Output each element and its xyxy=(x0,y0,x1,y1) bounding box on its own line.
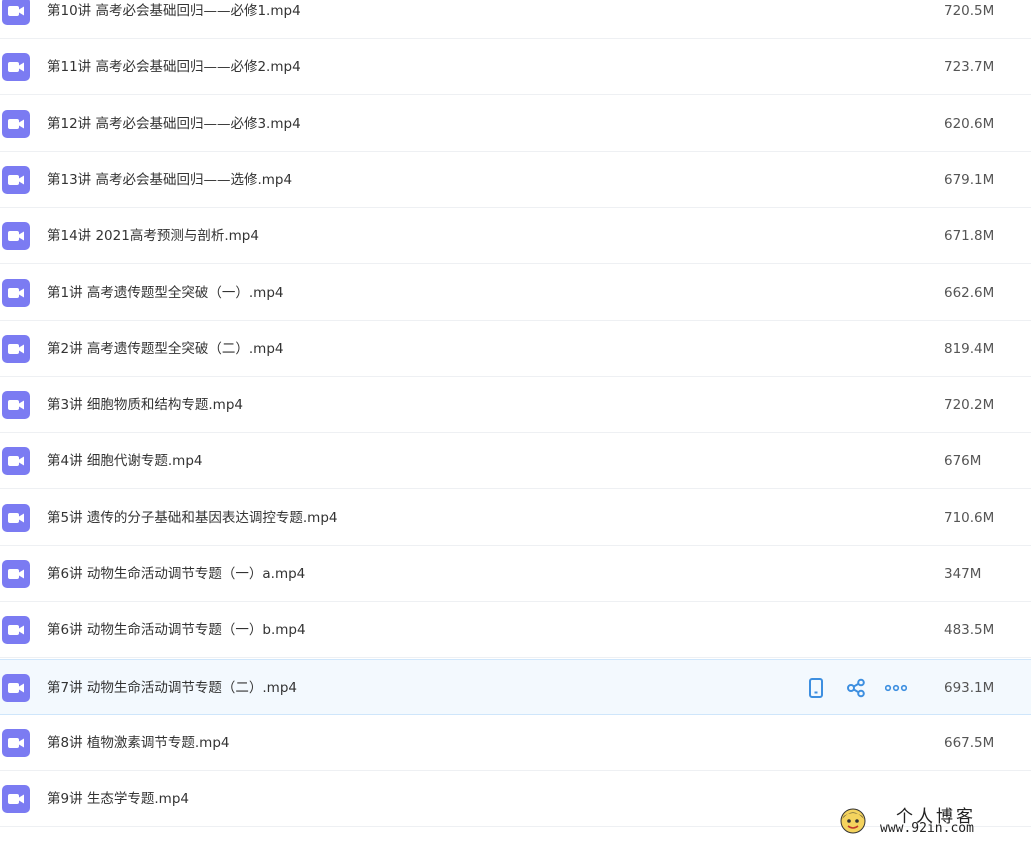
video-file-icon xyxy=(2,109,30,138)
file-row[interactable]: 第14讲 2021高考预测与剖析.mp4 671.8M xyxy=(0,208,1031,265)
file-row[interactable]: 第8讲 植物激素调节专题.mp4 667.5M xyxy=(0,715,1031,771)
file-name[interactable]: 第12讲 高考必会基础回归——必修3.mp4 xyxy=(47,96,301,152)
file-list: 第10讲 高考必会基础回归——必修1.mp4 720.5M 第11讲 高考必会基础回… xyxy=(0,0,1031,842)
file-size: 819.4M xyxy=(944,340,995,357)
file-row[interactable]: 第6讲 动物生命活动调节专题（一）a.mp4 347M xyxy=(0,546,1031,602)
file-size: 723.7M xyxy=(944,59,995,76)
video-file-icon xyxy=(2,560,30,588)
share-button[interactable] xyxy=(844,676,868,700)
video-file-icon xyxy=(2,447,30,476)
video-file-icon xyxy=(2,503,30,532)
share-icon xyxy=(846,678,866,698)
video-file-icon xyxy=(2,278,30,307)
file-row[interactable]: 第4讲 细胞代谢专题.mp4 676M xyxy=(0,433,1031,490)
file-size: 679.1M xyxy=(944,171,995,188)
file-name[interactable]: 第3讲 细胞物质和结构专题.mp4 xyxy=(47,377,243,433)
file-name[interactable]: 第14讲 2021高考预测与剖析.mp4 xyxy=(47,208,259,264)
row-actions xyxy=(804,676,924,700)
file-name[interactable]: 第7讲 动物生命活动调节专题（二）.mp4 xyxy=(47,660,297,716)
more-icon xyxy=(885,684,907,692)
file-name[interactable]: 第6讲 动物生命活动调节专题（一）a.mp4 xyxy=(47,546,305,602)
video-file-icon xyxy=(2,165,30,194)
file-row[interactable]: 第5讲 遗传的分子基础和基因表达调控专题.mp4 710.6M xyxy=(0,490,1031,546)
file-name[interactable]: 第10讲 高考必会基础回归——必修1.mp4 xyxy=(47,0,301,39)
video-file-icon xyxy=(2,673,30,702)
file-name[interactable]: 第1讲 高考遗传题型全突破（一）.mp4 xyxy=(47,265,283,321)
watermark: 个人博客 www.92in.com xyxy=(838,800,1028,840)
file-size: 710.6M xyxy=(944,509,995,526)
video-file-icon xyxy=(2,53,30,82)
video-file-icon xyxy=(2,616,30,645)
file-name[interactable]: 第6讲 动物生命活动调节专题（一）b.mp4 xyxy=(47,602,306,658)
phone-button[interactable] xyxy=(804,676,828,700)
more-button[interactable] xyxy=(884,676,908,700)
file-size: 693.1M xyxy=(944,679,995,696)
blog-logo-icon xyxy=(840,808,866,834)
file-row[interactable]: 第2讲 高考遗传题型全突破（二）.mp4 819.4M xyxy=(0,321,1031,377)
video-file-icon xyxy=(2,785,30,814)
file-size: 720.5M xyxy=(944,3,995,19)
file-row[interactable]: 第12讲 高考必会基础回归——必修3.mp4 620.6M xyxy=(0,96,1031,152)
phone-icon xyxy=(807,677,825,698)
file-size: 483.5M xyxy=(944,622,995,639)
file-name[interactable]: 第2讲 高考遗传题型全突破（二）.mp4 xyxy=(47,321,283,377)
file-row[interactable]: 第10讲 高考必会基础回归——必修1.mp4 720.5M xyxy=(0,0,1031,39)
file-size: 620.6M xyxy=(944,115,995,132)
file-size: 662.6M xyxy=(944,284,995,301)
file-row[interactable]: 第1讲 高考遗传题型全突破（一）.mp4 662.6M xyxy=(0,265,1031,321)
file-name[interactable]: 第4讲 细胞代谢专题.mp4 xyxy=(47,433,202,489)
file-row[interactable]: 第6讲 动物生命活动调节专题（一）b.mp4 483.5M xyxy=(0,602,1031,659)
file-row[interactable]: 第3讲 细胞物质和结构专题.mp4 720.2M xyxy=(0,377,1031,434)
file-name[interactable]: 第9讲 生态学专题.mp4 xyxy=(47,771,189,827)
watermark-url: www.92in.com xyxy=(880,821,974,836)
file-name[interactable]: 第13讲 高考必会基础回归——选修.mp4 xyxy=(47,152,292,208)
video-file-icon xyxy=(2,334,30,363)
file-size: 347M xyxy=(944,566,982,582)
video-file-icon xyxy=(2,391,30,420)
file-row[interactable]: 第11讲 高考必会基础回归——必修2.mp4 723.7M xyxy=(0,39,1031,96)
file-name[interactable]: 第8讲 植物激素调节专题.mp4 xyxy=(47,715,229,771)
video-file-icon xyxy=(2,728,30,757)
file-size: 667.5M xyxy=(944,734,995,751)
file-row[interactable]: 第7讲 动物生命活动调节专题（二）.mp4 693.1M xyxy=(0,658,1031,716)
file-name[interactable]: 第5讲 遗传的分子基础和基因表达调控专题.mp4 xyxy=(47,490,337,546)
file-size: 720.2M xyxy=(944,397,995,414)
file-row[interactable]: 第13讲 高考必会基础回归——选修.mp4 679.1M xyxy=(0,152,1031,208)
file-name[interactable]: 第11讲 高考必会基础回归——必修2.mp4 xyxy=(47,39,301,95)
file-size: 671.8M xyxy=(944,228,995,245)
file-size: 676M xyxy=(944,453,982,470)
video-file-icon xyxy=(2,222,30,251)
video-file-icon xyxy=(2,0,30,25)
